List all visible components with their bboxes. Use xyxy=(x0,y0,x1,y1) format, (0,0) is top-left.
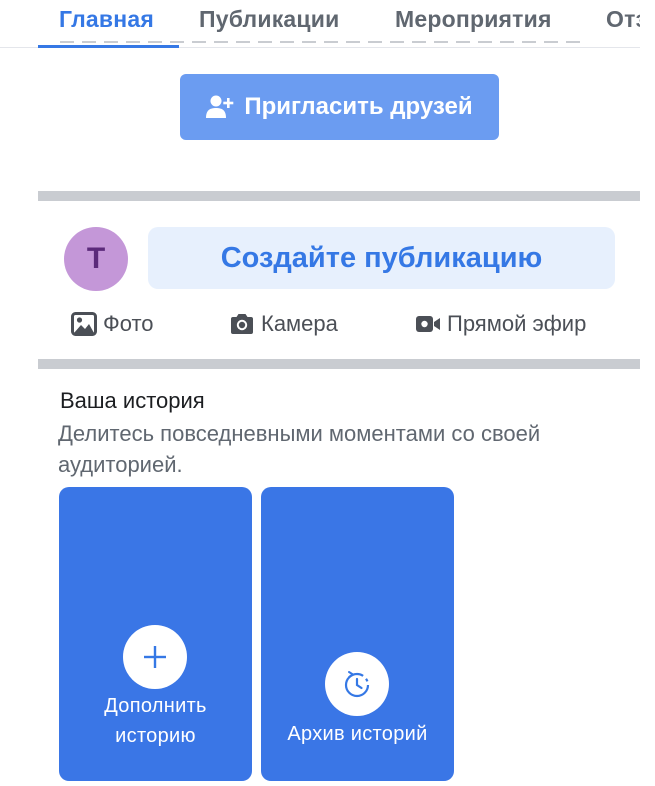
live-video-button[interactable]: Прямой эфир xyxy=(415,309,586,339)
history-clock-icon xyxy=(344,671,370,698)
page-tabs: Главная Публикации Мероприятия Отз xyxy=(0,0,640,48)
add-story-button[interactable] xyxy=(123,625,187,689)
stories-subtitle: Делитесь повседневными моментами со свое… xyxy=(58,421,541,477)
active-tab-indicator xyxy=(38,45,179,48)
page-home: Главная Публикации Мероприятия Отз Пригл… xyxy=(0,0,655,786)
create-post-input[interactable]: Создайте публикацию xyxy=(148,227,615,289)
camera-label: Камера xyxy=(261,311,338,336)
photo-icon xyxy=(71,312,97,336)
photo-button[interactable]: Фото xyxy=(71,309,154,339)
invite-friends-label: Пригласить друзей xyxy=(244,93,473,120)
add-user-icon xyxy=(206,95,234,118)
section-separator xyxy=(38,359,640,369)
story-archive-label: Архив историй xyxy=(287,723,428,745)
add-story-card[interactable]: Дополнить историю xyxy=(59,487,252,781)
scrolled-content-edge xyxy=(60,35,580,43)
live-video-icon xyxy=(416,316,440,332)
tab-posts[interactable]: Публикации xyxy=(199,6,339,33)
avatar-initial: T xyxy=(86,242,106,275)
tab-home[interactable]: Главная xyxy=(59,6,154,33)
plus-icon xyxy=(144,646,166,668)
section-separator xyxy=(38,191,640,201)
tab-reviews[interactable]: Отз xyxy=(606,6,640,33)
stories-title: Ваша история xyxy=(60,388,205,413)
story-archive-card[interactable]: Архив историй xyxy=(261,487,454,781)
live-video-label: Прямой эфир xyxy=(447,311,587,336)
invite-friends-button[interactable]: Пригласить друзей xyxy=(180,74,499,140)
camera-button[interactable]: Камера xyxy=(229,309,338,339)
story-archive-button[interactable] xyxy=(325,652,389,716)
camera-icon xyxy=(231,314,253,334)
avatar[interactable]: T xyxy=(64,227,128,291)
photo-label: Фото xyxy=(103,311,154,336)
create-post-placeholder: Создайте публикацию xyxy=(220,241,543,274)
tab-events[interactable]: Мероприятия xyxy=(395,6,552,33)
add-story-label: Дополнить историю xyxy=(104,695,207,747)
